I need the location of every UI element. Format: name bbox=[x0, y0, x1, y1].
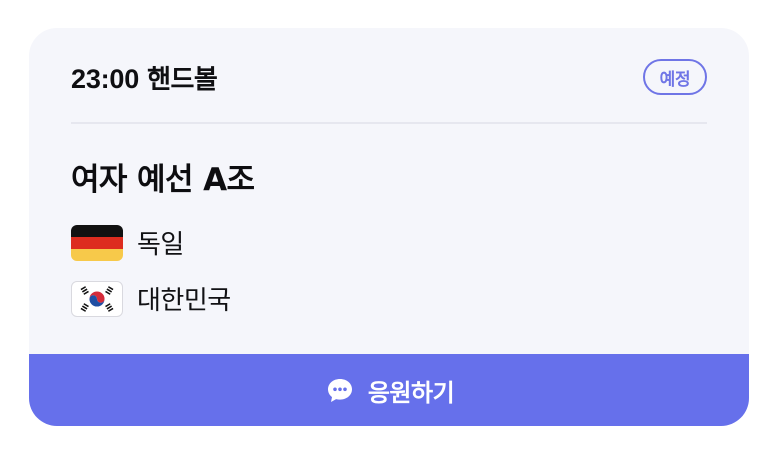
match-time-and-sport: 23:00 핸드볼 bbox=[71, 59, 218, 96]
team-name: 대한민국 bbox=[137, 286, 231, 316]
team-row-south-korea: 대한민국 bbox=[71, 280, 231, 317]
header-divider bbox=[71, 122, 707, 124]
team-name: 독일 bbox=[137, 230, 184, 260]
sport-name: 핸드볼 bbox=[147, 64, 218, 95]
cheer-button-label: 응원하기 bbox=[367, 378, 455, 407]
cheer-button[interactable]: 응원하기 bbox=[29, 354, 749, 426]
card-header: 23:00 핸드볼 예정 bbox=[71, 58, 707, 96]
match-time: 23:00 bbox=[71, 63, 140, 94]
team-row-germany: 독일 bbox=[71, 224, 184, 261]
south-korea-flag-icon bbox=[71, 280, 123, 317]
speech-bubble-icon bbox=[324, 374, 356, 406]
status-badge: 예정 bbox=[643, 59, 707, 95]
match-card: 23:00 핸드볼 예정 여자 예선 A조 독일 대한민국 응원하기 bbox=[29, 28, 749, 426]
germany-flag-icon bbox=[71, 224, 123, 261]
match-title: 여자 예선 A조 bbox=[71, 162, 255, 198]
